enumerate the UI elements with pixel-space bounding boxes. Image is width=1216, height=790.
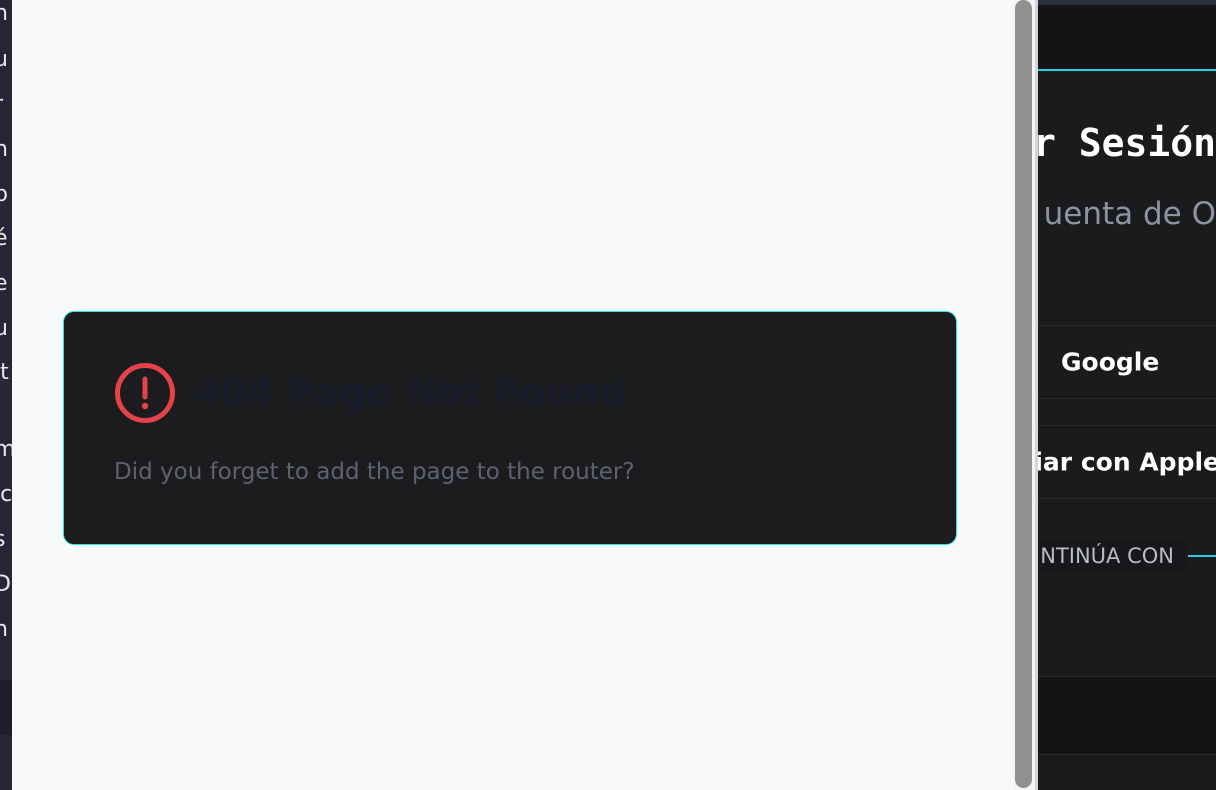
- bg-footer: [1038, 677, 1216, 754]
- error-title: 404 Page Not Found: [194, 370, 627, 414]
- login-subtitle: uenta de O: [1043, 196, 1216, 232]
- continue-divider-text: NTINÚA CON: [1040, 541, 1188, 571]
- scrollbar[interactable]: [1013, 0, 1035, 790]
- bg-footer-band: [0, 680, 12, 735]
- bg-text-fragment: D: [0, 572, 11, 597]
- continue-divider-line: [1188, 555, 1216, 557]
- bg-text-fragment: h: [0, 1, 8, 26]
- bg-top-strip: [1038, 0, 1216, 5]
- bg-text-fragment: m: [0, 437, 12, 462]
- error-message: Did you forget to add the page to the ro…: [114, 459, 635, 485]
- apple-login-button[interactable]: ciar con Apple: [1038, 425, 1216, 499]
- login-title: ar Sesión: [1038, 121, 1216, 165]
- background-page-right: ar Sesión uenta de O Google ciar con App…: [1038, 0, 1216, 790]
- accent-line: [1038, 69, 1216, 71]
- background-page-left: h u r n p é e u lt m ic s D n: [0, 0, 12, 790]
- bg-text-fragment: e: [0, 271, 8, 296]
- google-login-label: Google: [1061, 347, 1160, 377]
- bg-text-fragment: s: [0, 528, 12, 552]
- bg-text-fragment: r: [0, 93, 12, 117]
- main-page: 404 Page Not Found Did you forget to add…: [12, 0, 1013, 790]
- bg-text-fragment: lt: [0, 360, 9, 385]
- bg-text-fragment: ic: [0, 482, 12, 507]
- scrollbar-thumb[interactable]: [1015, 0, 1032, 788]
- alert-circle-icon: [115, 363, 175, 423]
- google-login-button[interactable]: Google: [1038, 325, 1216, 399]
- bg-top-bar: [1038, 0, 1216, 70]
- bg-text-fragment: p: [0, 182, 8, 207]
- apple-login-label: ciar con Apple: [1038, 447, 1216, 477]
- error-card: 404 Page Not Found Did you forget to add…: [63, 311, 957, 545]
- bg-text-fragment: u: [0, 316, 8, 341]
- bg-text-fragment: n: [0, 617, 8, 642]
- bg-text-fragment: n: [0, 137, 8, 162]
- bg-text-fragment: u: [0, 47, 8, 72]
- bg-text-fragment: é: [0, 226, 8, 251]
- footer-separator: [1038, 754, 1216, 755]
